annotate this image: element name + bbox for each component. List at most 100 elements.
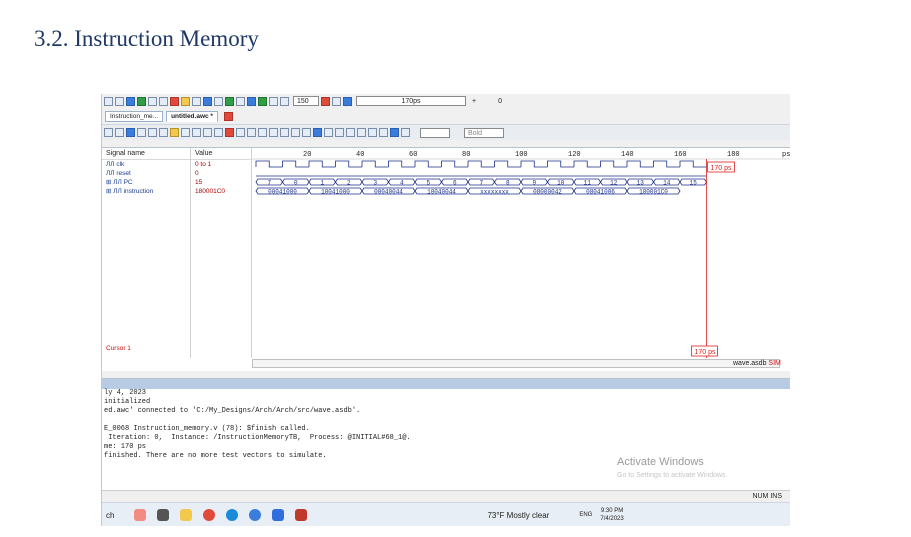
signal-row-reset[interactable]: ЛЛ reset — [102, 169, 190, 178]
sort-icon[interactable] — [379, 128, 388, 137]
layout-icon[interactable] — [214, 96, 223, 106]
offset-value: 0 — [498, 97, 502, 105]
cursor-remove-icon[interactable] — [192, 128, 201, 137]
refresh-icon[interactable] — [104, 128, 113, 137]
edge-icon[interactable] — [226, 509, 239, 521]
end-simulation-icon[interactable] — [321, 96, 330, 106]
cursor-time-bottom-label: 170 ps — [695, 349, 717, 356]
marker-icon[interactable] — [225, 128, 234, 137]
file-explorer-icon[interactable] — [180, 509, 193, 521]
open-file-icon[interactable] — [115, 96, 124, 106]
pc-value: 9 — [532, 180, 536, 187]
console-line: Iteration: 0, Instance: /InstructionMemo… — [104, 434, 411, 442]
ruler-tick-label: 100 — [515, 151, 528, 159]
signal-row-PC[interactable]: ⊞ ЛЛ PC — [102, 178, 190, 187]
zoom-area-icon[interactable] — [236, 128, 245, 137]
reload-icon[interactable] — [115, 128, 124, 137]
search-icon[interactable] — [258, 128, 267, 137]
run-icon[interactable] — [225, 96, 234, 106]
flag-icon[interactable] — [313, 128, 322, 137]
signal-row-instruction[interactable]: ⊞ ЛЛ instruction — [102, 187, 190, 196]
waveform-timeline[interactable]: 20 40 60 80 100 120 140 160 180 ps 7 0 1 2 3 4 5 6 7 8 9 10 11… — [252, 148, 790, 358]
zoom-range-icon[interactable] — [247, 128, 256, 137]
pc-value: 11 — [584, 180, 592, 187]
clock-date: 7/4/2023 — [600, 516, 624, 522]
play-icon[interactable] — [247, 96, 256, 106]
horizontal-scrollbar[interactable] — [252, 359, 780, 368]
clock[interactable]: 9:30 PM 7/4/2023 — [600, 507, 623, 523]
console-line: ly 4, 2023 — [104, 389, 147, 397]
pc-value: 2 — [347, 180, 351, 187]
step-icon[interactable] — [269, 96, 278, 106]
format-icon[interactable] — [324, 128, 333, 137]
console-titlebar — [102, 379, 790, 389]
file-label: wave.asdb SIM — [733, 360, 781, 367]
instruction-value: 10040044 — [427, 189, 456, 196]
color-picker[interactable] — [420, 127, 450, 138]
radix-icon[interactable] — [335, 128, 344, 137]
sim-label: SIM — [768, 360, 781, 367]
browser-icon[interactable] — [249, 509, 262, 521]
new-file-icon[interactable] — [104, 96, 113, 106]
ruler-tick-label: 160 — [674, 151, 687, 159]
bold-button[interactable]: Bold — [464, 127, 504, 138]
time-field[interactable]: 170ps — [356, 96, 466, 106]
pc-value: 13 — [637, 180, 645, 187]
next-edge-icon[interactable] — [280, 128, 289, 137]
warning-icon[interactable] — [181, 96, 190, 106]
stop-icon[interactable] — [170, 96, 179, 106]
edit-icon[interactable] — [192, 96, 201, 106]
run-for-icon[interactable] — [343, 96, 352, 106]
ruler-unit: ps — [782, 151, 790, 159]
close-tab-icon[interactable] — [223, 111, 233, 121]
align-icon[interactable] — [291, 128, 300, 137]
bookmark-icon[interactable] — [170, 128, 179, 137]
window-icon[interactable] — [203, 96, 212, 106]
chrome-icon[interactable] — [203, 509, 216, 521]
active-hdl-icon[interactable] — [272, 509, 285, 521]
zoom-in-icon[interactable] — [137, 128, 146, 137]
settings-icon[interactable] — [159, 96, 168, 106]
cursor-add-icon[interactable] — [181, 128, 190, 137]
waveform-canvas[interactable]: 20 40 60 80 100 120 140 160 180 ps7 0 1 2 3 4 5 6 7 8 9 10 11… — [252, 148, 790, 358]
pc-value: 6 — [453, 180, 457, 187]
link-icon[interactable] — [148, 96, 157, 106]
zoom-fit-icon[interactable] — [159, 128, 168, 137]
break-icon[interactable] — [236, 96, 245, 106]
task-view-icon[interactable] — [157, 509, 170, 521]
instruction-value: 10041000 — [321, 189, 350, 196]
step-over-icon[interactable] — [280, 96, 289, 106]
pc-value: 8 — [506, 180, 510, 187]
collapse-icon[interactable] — [368, 128, 377, 137]
app-icon[interactable] — [295, 509, 308, 521]
previous-edge-icon[interactable] — [269, 128, 278, 137]
expand-icon[interactable] — [357, 128, 366, 137]
search-fragment[interactable]: ch — [106, 511, 114, 520]
waveform-viewer: Signal name ЛЛ clk ЛЛ reset ⊞ ЛЛ PC ⊞ ЛЛ i… — [102, 147, 790, 371]
widget-icon[interactable] — [134, 509, 147, 521]
run-until-icon[interactable] — [258, 96, 267, 106]
instruction-value: 00040044 — [374, 189, 403, 196]
tab-instruction-memory[interactable]: Instruction_me... — [105, 110, 164, 122]
zoom-out-icon[interactable] — [148, 128, 157, 137]
measure-icon[interactable] — [203, 128, 212, 137]
select-icon[interactable] — [126, 128, 135, 137]
group-icon[interactable] — [346, 128, 355, 137]
cursor-label: Cursor 1 — [106, 345, 131, 352]
tab-untitled-awc[interactable]: untitled.awc * — [166, 110, 218, 122]
weather[interactable]: 73°F Mostly clear — [487, 511, 549, 520]
print-icon[interactable] — [401, 128, 410, 137]
signal-value-instruction: 180001C0 — [195, 188, 225, 195]
signal-row-clk[interactable]: ЛЛ clk — [102, 160, 190, 169]
compile-icon[interactable] — [137, 96, 146, 106]
pc-value: 15 — [690, 180, 698, 187]
print-preview-icon[interactable] — [390, 128, 399, 137]
bus-icon[interactable] — [302, 128, 311, 137]
save-icon[interactable] — [126, 96, 135, 106]
signal-name-column: Signal name ЛЛ clk ЛЛ reset ⊞ ЛЛ PC ⊞ ЛЛ i… — [102, 148, 191, 358]
language-indicator[interactable]: ENG — [579, 512, 592, 518]
iteration-field[interactable]: 150 — [293, 96, 319, 106]
grid-icon[interactable] — [214, 128, 223, 137]
trace-icon[interactable] — [332, 96, 341, 106]
